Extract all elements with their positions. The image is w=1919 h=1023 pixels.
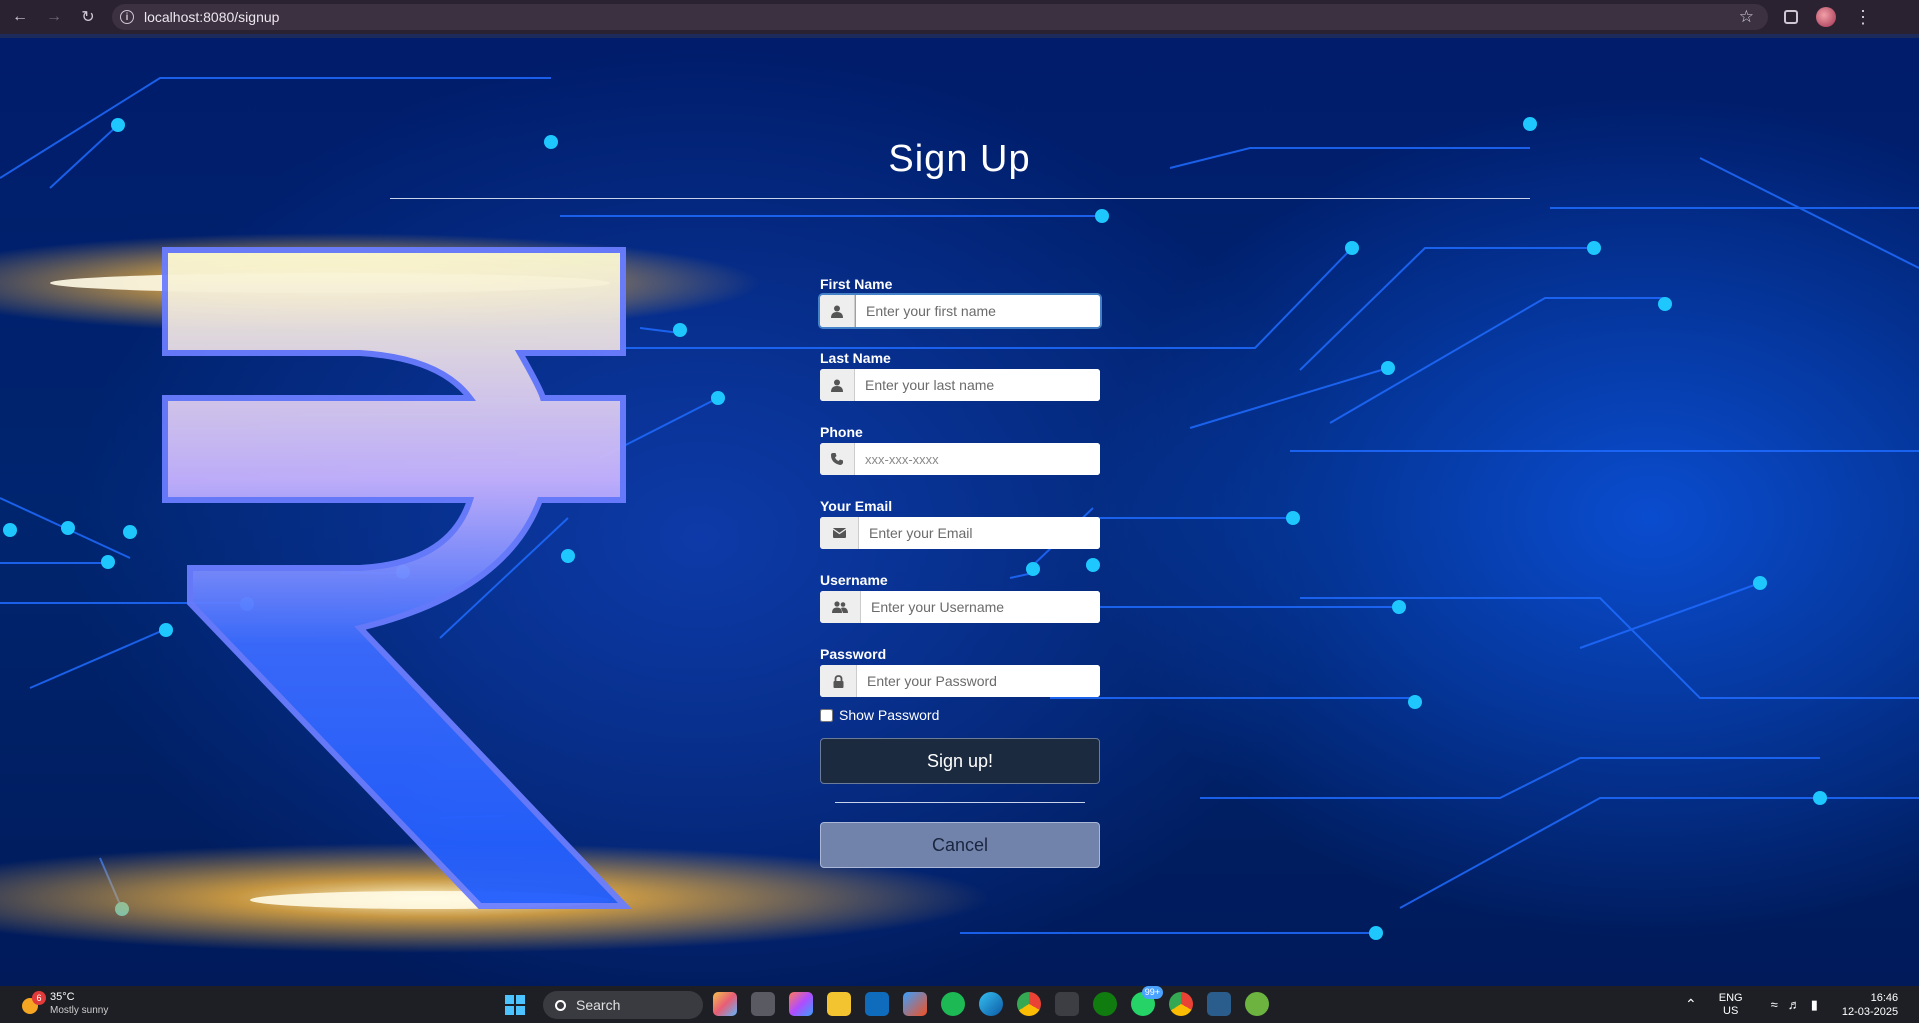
info-icon[interactable]: i [120, 10, 134, 24]
search-icon [555, 999, 566, 1011]
user-icon [820, 295, 855, 327]
whatsapp-badge: 99+ [1141, 986, 1163, 999]
forward-icon[interactable]: → [40, 3, 68, 31]
title-divider [390, 198, 1530, 199]
temperature: 35°C [50, 991, 75, 1003]
wifi-icon: ≈ [1770, 996, 1778, 1012]
paint-app-icon[interactable] [713, 992, 737, 1016]
battery-icon: ▮ [1810, 996, 1818, 1012]
email-field: Your Email [820, 498, 1100, 549]
signup-button[interactable]: Sign up! [820, 738, 1100, 784]
address-bar[interactable]: i localhost:8080/signup ☆ [112, 4, 1768, 30]
browser-toolbar: ← → ↻ i localhost:8080/signup ☆ ⋮ [0, 0, 1919, 34]
chevron-up-icon[interactable]: ⌃ [1685, 996, 1697, 1013]
chrome-profile-app-icon[interactable] [1169, 992, 1193, 1016]
taskbar-search[interactable]: Search [543, 991, 703, 1019]
phone-group [820, 443, 1100, 475]
menu-icon[interactable]: ⋮ [1854, 8, 1872, 26]
last-name-field: Last Name [820, 350, 1100, 401]
profile-avatar[interactable] [1816, 7, 1836, 27]
last-name-group [820, 369, 1100, 401]
envelope-icon [820, 517, 859, 549]
copilot-app-icon[interactable] [789, 992, 813, 1016]
last-name-label: Last Name [820, 350, 891, 366]
signup-page: Sign Up First Name Last Name Phone [0, 38, 1919, 986]
show-password-checkbox[interactable] [820, 708, 833, 722]
email-group [820, 517, 1100, 549]
extensions-icon[interactable] [1784, 10, 1798, 24]
chrome-app-icon[interactable] [1017, 992, 1041, 1016]
whatsapp-app-icon[interactable]: 99+ [1131, 986, 1163, 1016]
phone-label: Phone [820, 424, 863, 440]
windows-start-icon[interactable] [505, 995, 525, 1015]
weather-condition: Mostly sunny [50, 1005, 109, 1016]
password-field: Password [820, 646, 1100, 697]
signup-form: First Name Last Name Phone [820, 276, 1100, 868]
lock-icon [820, 665, 857, 697]
outlook-app-icon[interactable] [865, 992, 889, 1016]
username-input[interactable] [861, 591, 1100, 623]
button-divider [835, 802, 1085, 803]
clock-date: 12-03-2025 [1841, 1005, 1899, 1018]
url-text[interactable]: localhost:8080/signup [144, 9, 1739, 25]
reload-icon[interactable]: ↻ [74, 3, 102, 31]
show-password-row: Show Password [820, 706, 1100, 724]
weather-widget[interactable]: 6 35°C Mostly sunny [18, 991, 118, 1021]
first-name-field: First Name [820, 276, 1100, 327]
system-tray: ⌃ ENG US ≈ ♬ ▮ 16:46 12-03-2025 [1685, 986, 1898, 1023]
password-label: Password [820, 646, 887, 662]
star-icon[interactable]: ☆ [1739, 7, 1754, 27]
system-icons[interactable]: ≈ ♬ ▮ [1771, 997, 1818, 1013]
language-indicator[interactable]: ENG US [1719, 992, 1743, 1018]
store-app-icon[interactable] [903, 992, 927, 1016]
phone-input[interactable] [855, 443, 1100, 475]
notes-app-icon[interactable] [751, 992, 775, 1016]
vscode-app-icon[interactable] [1207, 992, 1231, 1016]
back-icon[interactable]: ← [6, 3, 34, 31]
clock[interactable]: 16:46 12-03-2025 [1842, 991, 1898, 1019]
rupee-symbol [162, 247, 633, 909]
region-code: US [1723, 1004, 1739, 1017]
page-title: Sign Up [888, 138, 1031, 180]
file-explorer-icon[interactable] [827, 992, 851, 1016]
xbox-app-icon[interactable] [1093, 992, 1117, 1016]
email-input[interactable] [859, 517, 1100, 549]
password-group [820, 665, 1100, 697]
windows-taskbar: 6 35°C Mostly sunny Search 99+ ⌃ ENG US [0, 986, 1919, 1023]
username-field: Username [820, 572, 1100, 623]
language-code: ENG [1718, 991, 1743, 1004]
search-label: Search [576, 997, 621, 1013]
username-group [820, 591, 1100, 623]
taskbar-apps: 99+ [713, 986, 1269, 1016]
password-input[interactable] [857, 665, 1100, 697]
first-name-input[interactable] [855, 295, 1100, 327]
last-name-input[interactable] [855, 369, 1100, 401]
user-icon [820, 369, 855, 401]
username-label: Username [820, 572, 888, 588]
spring-app-icon[interactable] [1245, 992, 1269, 1016]
first-name-label: First Name [820, 276, 893, 292]
clock-time: 16:46 [1870, 991, 1899, 1004]
weather-badge: 6 [32, 991, 46, 1005]
spotify-app-icon[interactable] [941, 992, 965, 1016]
show-password-label[interactable]: Show Password [839, 707, 939, 723]
volume-icon: ♬ [1787, 996, 1801, 1012]
phone-field: Phone [820, 424, 1100, 475]
unity-app-icon[interactable] [1055, 992, 1079, 1016]
edge-app-icon[interactable] [979, 992, 1003, 1016]
cancel-button[interactable]: Cancel [820, 822, 1100, 868]
users-icon [820, 591, 861, 623]
phone-icon [820, 443, 855, 475]
email-label: Your Email [820, 498, 893, 514]
first-name-group [820, 295, 1100, 327]
